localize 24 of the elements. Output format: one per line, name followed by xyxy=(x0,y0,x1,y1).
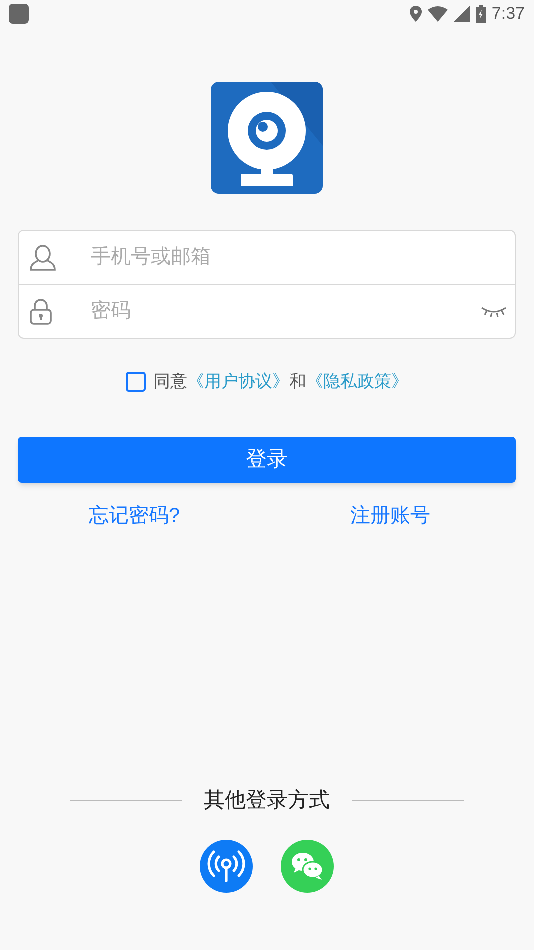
user-icon xyxy=(29,244,57,272)
signal-icon xyxy=(454,6,470,22)
login-button[interactable]: 登录 xyxy=(18,436,516,482)
account-input[interactable]: 手机号或邮箱 xyxy=(91,231,507,284)
account-field[interactable]: 手机号或邮箱 xyxy=(18,230,516,285)
closed-eye-icon[interactable] xyxy=(481,306,507,318)
register-link[interactable]: 注册账号 xyxy=(350,500,430,530)
wechat-login-icon[interactable] xyxy=(281,840,334,893)
battery-icon xyxy=(476,5,486,23)
wifi-icon xyxy=(428,6,448,22)
location-icon xyxy=(410,6,422,22)
agreement-text: 和 xyxy=(290,372,306,391)
agreement-text: 同意 xyxy=(154,372,188,391)
app-notification-icon xyxy=(9,4,29,24)
other-login-title: 其他登录方式 xyxy=(204,788,330,814)
forgot-password-link[interactable]: 忘记密码? xyxy=(88,500,180,530)
status-time: 7:37 xyxy=(492,3,525,26)
hotspot-login-icon[interactable] xyxy=(200,840,253,893)
lock-icon xyxy=(29,298,53,326)
agreement-checkbox[interactable] xyxy=(126,372,146,392)
user-agreement-link[interactable]: 《用户协议》 xyxy=(188,372,290,391)
password-field[interactable]: 密码 xyxy=(18,285,516,339)
privacy-policy-link[interactable]: 《隐私政策》 xyxy=(306,372,408,391)
password-input[interactable]: 密码 xyxy=(91,285,481,338)
